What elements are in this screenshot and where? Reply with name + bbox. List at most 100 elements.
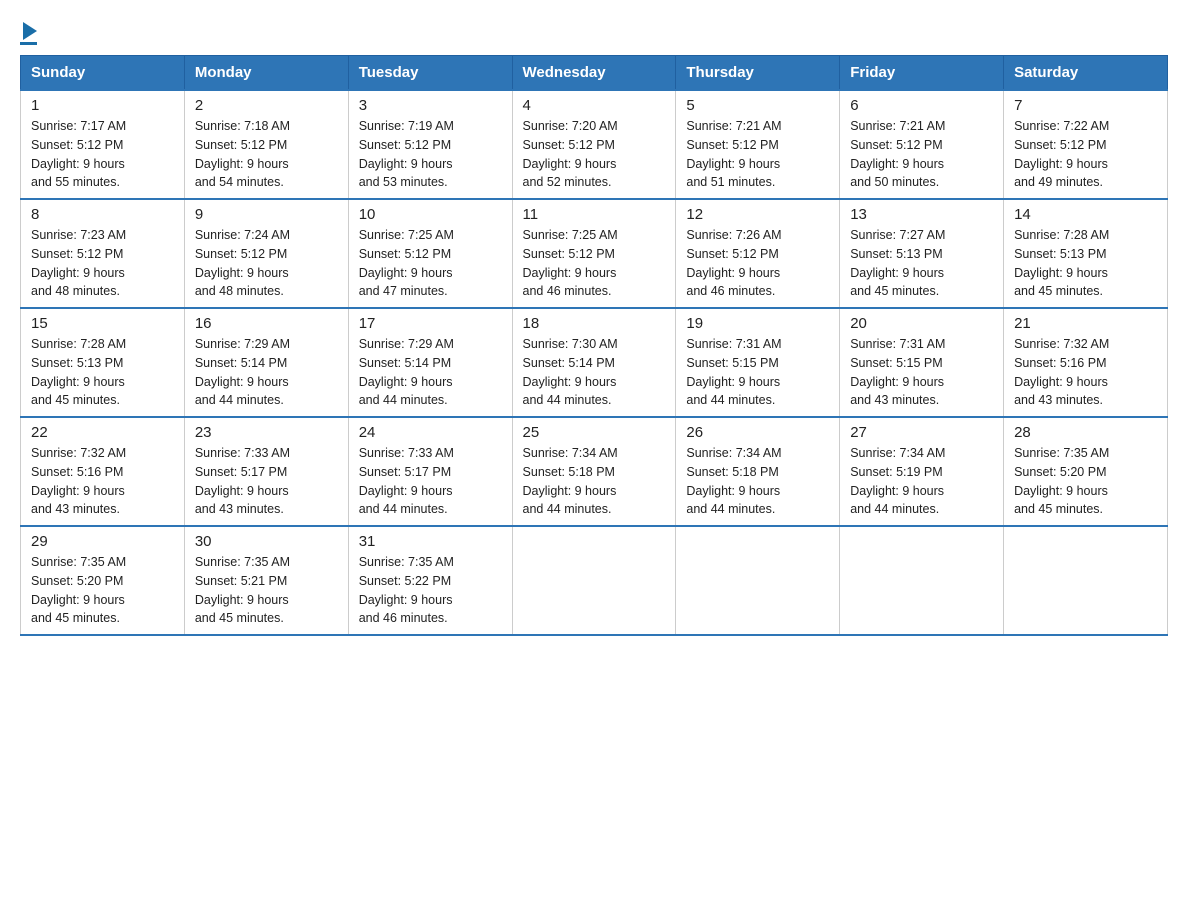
day-info: Sunrise: 7:30 AMSunset: 5:14 PMDaylight:…: [523, 335, 666, 410]
day-info: Sunrise: 7:26 AMSunset: 5:12 PMDaylight:…: [686, 226, 829, 301]
day-number: 25: [523, 424, 666, 441]
calendar-cell: 18 Sunrise: 7:30 AMSunset: 5:14 PMDayligh…: [512, 308, 676, 417]
calendar-cell: 7 Sunrise: 7:22 AMSunset: 5:12 PMDaylight…: [1004, 90, 1168, 199]
calendar-week-row: 22 Sunrise: 7:32 AMSunset: 5:16 PMDayligh…: [21, 417, 1168, 526]
calendar-cell: 12 Sunrise: 7:26 AMSunset: 5:12 PMDayligh…: [676, 199, 840, 308]
calendar-cell: 29Sunrise: 7:35 AMSunset: 5:20 PMDayligh…: [21, 526, 185, 635]
logo: [20, 20, 37, 45]
calendar-week-row: 8 Sunrise: 7:23 AMSunset: 5:12 PMDaylight…: [21, 199, 1168, 308]
calendar-cell: 23 Sunrise: 7:33 AMSunset: 5:17 PMDayligh…: [184, 417, 348, 526]
day-number: 5: [686, 97, 829, 114]
day-number: 30: [195, 533, 338, 550]
day-number: 12: [686, 206, 829, 223]
day-number: 15: [31, 315, 174, 332]
day-info: Sunrise: 7:35 AMSunset: 5:20 PMDaylight:…: [1014, 444, 1157, 519]
day-info: Sunrise: 7:18 AMSunset: 5:12 PMDaylight:…: [195, 117, 338, 192]
day-header-sunday: Sunday: [21, 56, 185, 91]
day-info: Sunrise: 7:27 AMSunset: 5:13 PMDaylight:…: [850, 226, 993, 301]
calendar-cell: 4Sunrise: 7:20 AMSunset: 5:12 PMDaylight…: [512, 90, 676, 199]
calendar-cell: 31 Sunrise: 7:35 AMSunset: 5:22 PMDayligh…: [348, 526, 512, 635]
day-info: Sunrise: 7:21 AMSunset: 5:12 PMDaylight:…: [686, 117, 829, 192]
day-info: Sunrise: 7:35 AMSunset: 5:22 PMDaylight:…: [359, 553, 502, 628]
day-info: Sunrise: 7:32 AMSunset: 5:16 PMDaylight:…: [31, 444, 174, 519]
calendar-cell: 8 Sunrise: 7:23 AMSunset: 5:12 PMDaylight…: [21, 199, 185, 308]
day-info: Sunrise: 7:35 AMSunset: 5:20 PMDaylight:…: [31, 553, 174, 628]
day-info: Sunrise: 7:19 AMSunset: 5:12 PMDaylight:…: [359, 117, 502, 192]
day-header-wednesday: Wednesday: [512, 56, 676, 91]
day-number: 27: [850, 424, 993, 441]
day-number: 4: [523, 97, 666, 114]
day-info: Sunrise: 7:35 AMSunset: 5:21 PMDaylight:…: [195, 553, 338, 628]
calendar-cell: 27 Sunrise: 7:34 AMSunset: 5:19 PMDayligh…: [840, 417, 1004, 526]
calendar-cell: 26 Sunrise: 7:34 AMSunset: 5:18 PMDayligh…: [676, 417, 840, 526]
day-number: 10: [359, 206, 502, 223]
day-info: Sunrise: 7:22 AMSunset: 5:12 PMDaylight:…: [1014, 117, 1157, 192]
day-info: Sunrise: 7:29 AMSunset: 5:14 PMDaylight:…: [195, 335, 338, 410]
calendar-cell: [840, 526, 1004, 635]
day-number: 1: [31, 97, 174, 114]
calendar-cell: 22 Sunrise: 7:32 AMSunset: 5:16 PMDayligh…: [21, 417, 185, 526]
day-number: 16: [195, 315, 338, 332]
day-info: Sunrise: 7:32 AMSunset: 5:16 PMDaylight:…: [1014, 335, 1157, 410]
day-header-thursday: Thursday: [676, 56, 840, 91]
day-info: Sunrise: 7:17 AMSunset: 5:12 PMDaylight:…: [31, 117, 174, 192]
day-info: Sunrise: 7:34 AMSunset: 5:19 PMDaylight:…: [850, 444, 993, 519]
calendar-header-row: SundayMondayTuesdayWednesdayThursdayFrid…: [21, 56, 1168, 91]
day-number: 6: [850, 97, 993, 114]
day-info: Sunrise: 7:28 AMSunset: 5:13 PMDaylight:…: [31, 335, 174, 410]
day-number: 20: [850, 315, 993, 332]
logo-underline: [20, 42, 37, 45]
day-info: Sunrise: 7:34 AMSunset: 5:18 PMDaylight:…: [523, 444, 666, 519]
calendar-cell: [1004, 526, 1168, 635]
calendar-table: SundayMondayTuesdayWednesdayThursdayFrid…: [20, 55, 1168, 636]
calendar-cell: 10 Sunrise: 7:25 AMSunset: 5:12 PMDayligh…: [348, 199, 512, 308]
day-number: 13: [850, 206, 993, 223]
day-info: Sunrise: 7:23 AMSunset: 5:12 PMDaylight:…: [31, 226, 174, 301]
day-info: Sunrise: 7:28 AMSunset: 5:13 PMDaylight:…: [1014, 226, 1157, 301]
day-info: Sunrise: 7:33 AMSunset: 5:17 PMDaylight:…: [195, 444, 338, 519]
day-number: 18: [523, 315, 666, 332]
calendar-cell: 9 Sunrise: 7:24 AMSunset: 5:12 PMDaylight…: [184, 199, 348, 308]
calendar-cell: 20 Sunrise: 7:31 AMSunset: 5:15 PMDayligh…: [840, 308, 1004, 417]
day-info: Sunrise: 7:21 AMSunset: 5:12 PMDaylight:…: [850, 117, 993, 192]
day-header-monday: Monday: [184, 56, 348, 91]
day-header-saturday: Saturday: [1004, 56, 1168, 91]
calendar-week-row: 1 Sunrise: 7:17 AMSunset: 5:12 PMDaylight…: [21, 90, 1168, 199]
day-number: 2: [195, 97, 338, 114]
logo-arrow-icon: [23, 22, 37, 40]
day-info: Sunrise: 7:31 AMSunset: 5:15 PMDaylight:…: [686, 335, 829, 410]
day-number: 31: [359, 533, 502, 550]
calendar-week-row: 29Sunrise: 7:35 AMSunset: 5:20 PMDayligh…: [21, 526, 1168, 635]
day-number: 7: [1014, 97, 1157, 114]
day-number: 26: [686, 424, 829, 441]
calendar-week-row: 15 Sunrise: 7:28 AMSunset: 5:13 PMDayligh…: [21, 308, 1168, 417]
calendar-cell: [512, 526, 676, 635]
day-number: 23: [195, 424, 338, 441]
calendar-cell: [676, 526, 840, 635]
calendar-cell: 13 Sunrise: 7:27 AMSunset: 5:13 PMDayligh…: [840, 199, 1004, 308]
day-header-tuesday: Tuesday: [348, 56, 512, 91]
calendar-cell: 1 Sunrise: 7:17 AMSunset: 5:12 PMDaylight…: [21, 90, 185, 199]
day-info: Sunrise: 7:29 AMSunset: 5:14 PMDaylight:…: [359, 335, 502, 410]
day-number: 9: [195, 206, 338, 223]
page-header: [20, 20, 1168, 45]
day-info: Sunrise: 7:31 AMSunset: 5:15 PMDaylight:…: [850, 335, 993, 410]
day-info: Sunrise: 7:25 AMSunset: 5:12 PMDaylight:…: [523, 226, 666, 301]
calendar-cell: 6 Sunrise: 7:21 AMSunset: 5:12 PMDaylight…: [840, 90, 1004, 199]
calendar-cell: 15 Sunrise: 7:28 AMSunset: 5:13 PMDayligh…: [21, 308, 185, 417]
calendar-cell: 16 Sunrise: 7:29 AMSunset: 5:14 PMDayligh…: [184, 308, 348, 417]
calendar-cell: 3 Sunrise: 7:19 AMSunset: 5:12 PMDaylight…: [348, 90, 512, 199]
day-number: 28: [1014, 424, 1157, 441]
day-number: 3: [359, 97, 502, 114]
day-number: 22: [31, 424, 174, 441]
day-number: 24: [359, 424, 502, 441]
calendar-cell: 30 Sunrise: 7:35 AMSunset: 5:21 PMDayligh…: [184, 526, 348, 635]
calendar-cell: 11Sunrise: 7:25 AMSunset: 5:12 PMDayligh…: [512, 199, 676, 308]
day-number: 8: [31, 206, 174, 223]
day-info: Sunrise: 7:24 AMSunset: 5:12 PMDaylight:…: [195, 226, 338, 301]
day-info: Sunrise: 7:34 AMSunset: 5:18 PMDaylight:…: [686, 444, 829, 519]
calendar-cell: 19 Sunrise: 7:31 AMSunset: 5:15 PMDayligh…: [676, 308, 840, 417]
day-number: 19: [686, 315, 829, 332]
day-info: Sunrise: 7:25 AMSunset: 5:12 PMDaylight:…: [359, 226, 502, 301]
calendar-cell: 21Sunrise: 7:32 AMSunset: 5:16 PMDayligh…: [1004, 308, 1168, 417]
